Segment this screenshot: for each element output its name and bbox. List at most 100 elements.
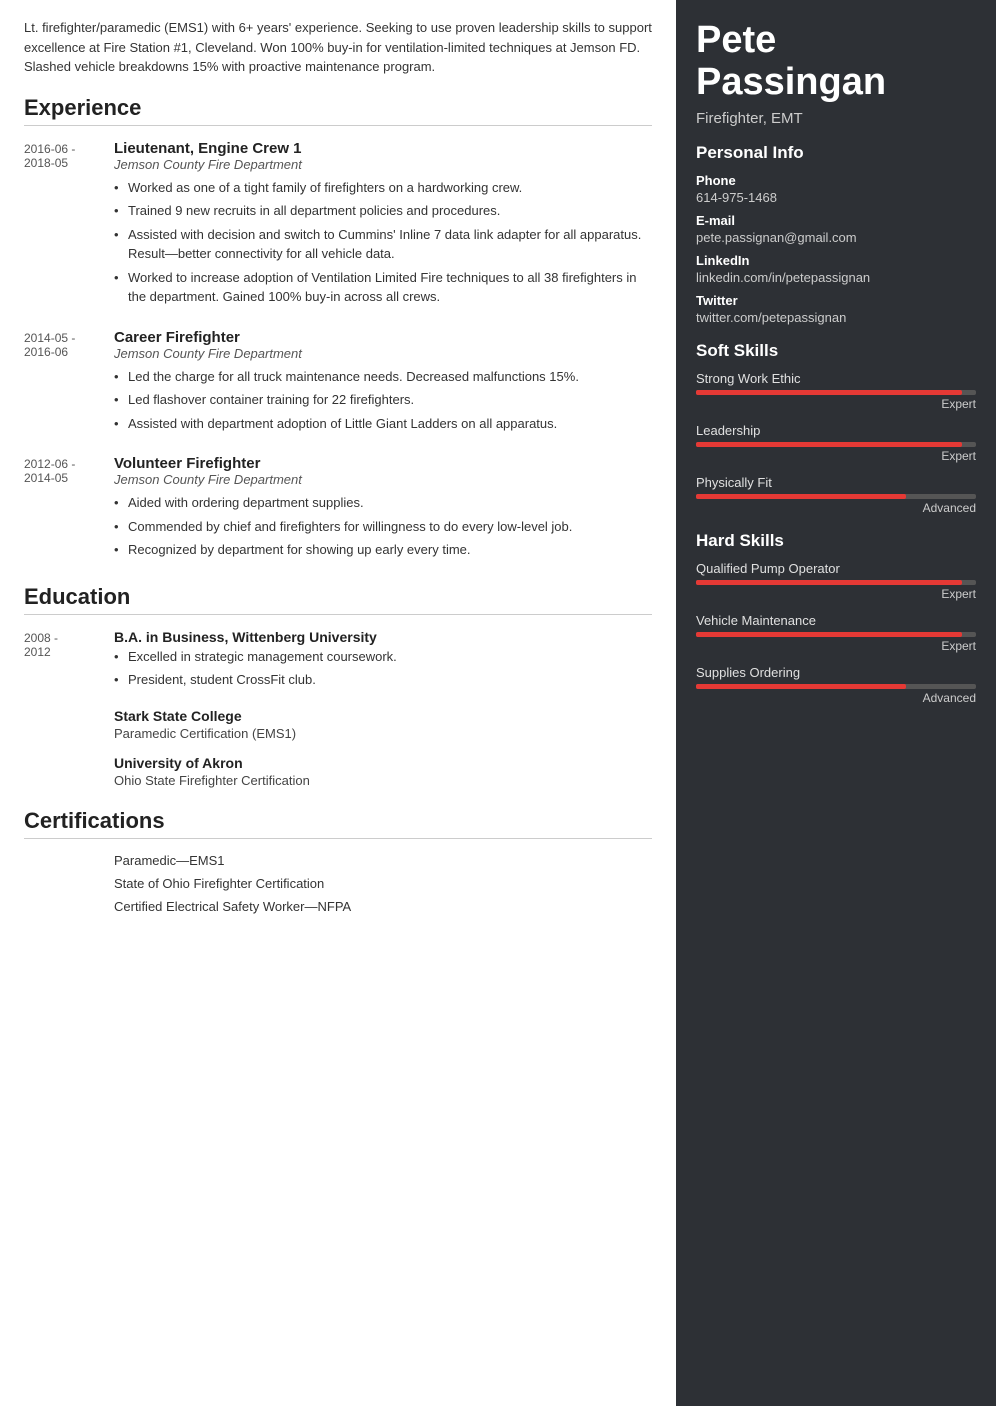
skill-level: Expert xyxy=(696,639,976,653)
hard-skill-entry: Supplies Ordering Advanced xyxy=(696,665,976,705)
last-name: Passingan xyxy=(696,62,976,104)
skill-name: Qualified Pump Operator xyxy=(696,561,976,576)
edu-no-dates-entry: Stark State College Paramedic Certificati… xyxy=(114,708,652,741)
exp-dates: 2016-06 - 2018-05 xyxy=(24,140,114,311)
exp-entry: 2012-06 - 2014-05Volunteer FirefighterJe… xyxy=(24,455,652,564)
skill-name: Leadership xyxy=(696,423,976,438)
skill-name: Supplies Ordering xyxy=(696,665,976,680)
edu-details: B.A. in Business, Wittenberg University E… xyxy=(114,629,652,694)
skill-level: Advanced xyxy=(696,501,976,515)
twitter-label: Twitter xyxy=(696,293,976,308)
skill-bar-fill xyxy=(696,442,962,447)
experience-entries: 2016-06 - 2018-05Lieutenant, Engine Crew… xyxy=(24,140,652,564)
hard-skill-entry: Qualified Pump Operator Expert xyxy=(696,561,976,601)
skill-name: Physically Fit xyxy=(696,475,976,490)
education-entries: 2008 - 2012B.A. in Business, Wittenberg … xyxy=(24,629,652,694)
education-section: Education 2008 - 2012B.A. in Business, W… xyxy=(24,584,652,788)
list-item: Aided with ordering department supplies. xyxy=(114,493,652,513)
left-column: Lt. firefighter/paramedic (EMS1) with 6+… xyxy=(0,0,676,1406)
phone-label: Phone xyxy=(696,173,976,188)
skill-bar-bg xyxy=(696,494,976,499)
personal-info-block: Phone 614-975-1468 E-mail pete.passignan… xyxy=(696,173,976,325)
exp-title: Volunteer Firefighter xyxy=(114,455,652,472)
experience-section: Experience 2016-06 - 2018-05Lieutenant, … xyxy=(24,95,652,564)
edu-sub: Ohio State Firefighter Certification xyxy=(114,773,652,788)
cert-item: State of Ohio Firefighter Certification xyxy=(114,876,652,891)
exp-entry: 2016-06 - 2018-05Lieutenant, Engine Crew… xyxy=(24,140,652,311)
skill-level: Expert xyxy=(696,397,976,411)
skill-name: Strong Work Ethic xyxy=(696,371,976,386)
hard-skills-title: Hard Skills xyxy=(696,531,976,551)
list-item: Commended by chief and firefighters for … xyxy=(114,517,652,537)
exp-details: Volunteer FirefighterJemson County Fire … xyxy=(114,455,652,564)
list-item: Worked as one of a tight family of firef… xyxy=(114,178,652,198)
exp-title: Career Firefighter xyxy=(114,329,652,346)
soft-skill-entry: Leadership Expert xyxy=(696,423,976,463)
list-item: Recognized by department for showing up … xyxy=(114,540,652,560)
certifications-title: Certifications xyxy=(24,808,652,839)
edu-no-dates-entry: University of Akron Ohio State Firefighte… xyxy=(114,755,652,788)
skill-bar-fill xyxy=(696,390,962,395)
list-item: Worked to increase adoption of Ventilati… xyxy=(114,268,652,307)
skill-level: Expert xyxy=(696,449,976,463)
right-column: Pete Passingan Firefighter, EMT Personal… xyxy=(676,0,996,1406)
twitter-value: twitter.com/petepassignan xyxy=(696,310,976,325)
exp-company: Jemson County Fire Department xyxy=(114,472,652,487)
soft-skill-entry: Strong Work Ethic Expert xyxy=(696,371,976,411)
list-item: Assisted with decision and switch to Cum… xyxy=(114,225,652,264)
skill-name: Vehicle Maintenance xyxy=(696,613,976,628)
skill-bar-bg xyxy=(696,442,976,447)
soft-skill-entry: Physically Fit Advanced xyxy=(696,475,976,515)
education-no-dates: Stark State College Paramedic Certificati… xyxy=(24,708,652,788)
skill-bar-bg xyxy=(696,580,976,585)
edu-institution: University of Akron xyxy=(114,755,652,771)
skill-bar-fill xyxy=(696,632,962,637)
cert-item: Paramedic—EMS1 xyxy=(114,853,652,868)
exp-entry: 2014-05 - 2016-06Career FirefighterJemso… xyxy=(24,329,652,438)
cert-item: Certified Electrical Safety Worker—NFPA xyxy=(114,899,652,914)
exp-bullets: Worked as one of a tight family of firef… xyxy=(114,178,652,307)
list-item: President, student CrossFit club. xyxy=(114,670,652,690)
summary-text: Lt. firefighter/paramedic (EMS1) with 6+… xyxy=(24,18,652,77)
skill-bar-fill xyxy=(696,684,906,689)
certifications-section: Certifications Paramedic—EMS1 State of Oh… xyxy=(24,808,652,914)
skill-level: Expert xyxy=(696,587,976,601)
edu-bullets: Excelled in strategic management coursew… xyxy=(114,647,652,690)
skill-bar-bg xyxy=(696,684,976,689)
exp-dates: 2014-05 - 2016-06 xyxy=(24,329,114,438)
job-title: Firefighter, EMT xyxy=(696,110,976,127)
soft-skills-title: Soft Skills xyxy=(696,341,976,361)
skill-bar-bg xyxy=(696,390,976,395)
edu-title: B.A. in Business, Wittenberg University xyxy=(114,629,652,645)
cert-list: Paramedic—EMS1 State of Ohio Firefighter … xyxy=(114,853,652,914)
list-item: Excelled in strategic management coursew… xyxy=(114,647,652,667)
skill-bar-fill xyxy=(696,580,962,585)
hard-skills-list: Qualified Pump OperatorExpertVehicle Mai… xyxy=(696,561,976,705)
linkedin-label: LinkedIn xyxy=(696,253,976,268)
skill-bar-fill xyxy=(696,494,906,499)
exp-dates: 2012-06 - 2014-05 xyxy=(24,455,114,564)
exp-details: Career FirefighterJemson County Fire Dep… xyxy=(114,329,652,438)
linkedin-value: linkedin.com/in/petepassignan xyxy=(696,270,976,285)
exp-company: Jemson County Fire Department xyxy=(114,157,652,172)
edu-sub: Paramedic Certification (EMS1) xyxy=(114,726,652,741)
list-item: Led the charge for all truck maintenance… xyxy=(114,367,652,387)
edu-institution: Stark State College xyxy=(114,708,652,724)
personal-info-title: Personal Info xyxy=(696,143,976,163)
hard-skill-entry: Vehicle Maintenance Expert xyxy=(696,613,976,653)
list-item: Assisted with department adoption of Lit… xyxy=(114,414,652,434)
skill-bar-bg xyxy=(696,632,976,637)
exp-company: Jemson County Fire Department xyxy=(114,346,652,361)
list-item: Led flashover container training for 22 … xyxy=(114,390,652,410)
phone-value: 614-975-1468 xyxy=(696,190,976,205)
experience-title: Experience xyxy=(24,95,652,126)
edu-dates: 2008 - 2012 xyxy=(24,629,114,694)
email-label: E-mail xyxy=(696,213,976,228)
name-section: Pete Passingan Firefighter, EMT xyxy=(696,20,976,127)
email-value: pete.passignan@gmail.com xyxy=(696,230,976,245)
skill-level: Advanced xyxy=(696,691,976,705)
first-name: Pete xyxy=(696,20,976,62)
exp-title: Lieutenant, Engine Crew 1 xyxy=(114,140,652,157)
edu-entry: 2008 - 2012B.A. in Business, Wittenberg … xyxy=(24,629,652,694)
education-title: Education xyxy=(24,584,652,615)
